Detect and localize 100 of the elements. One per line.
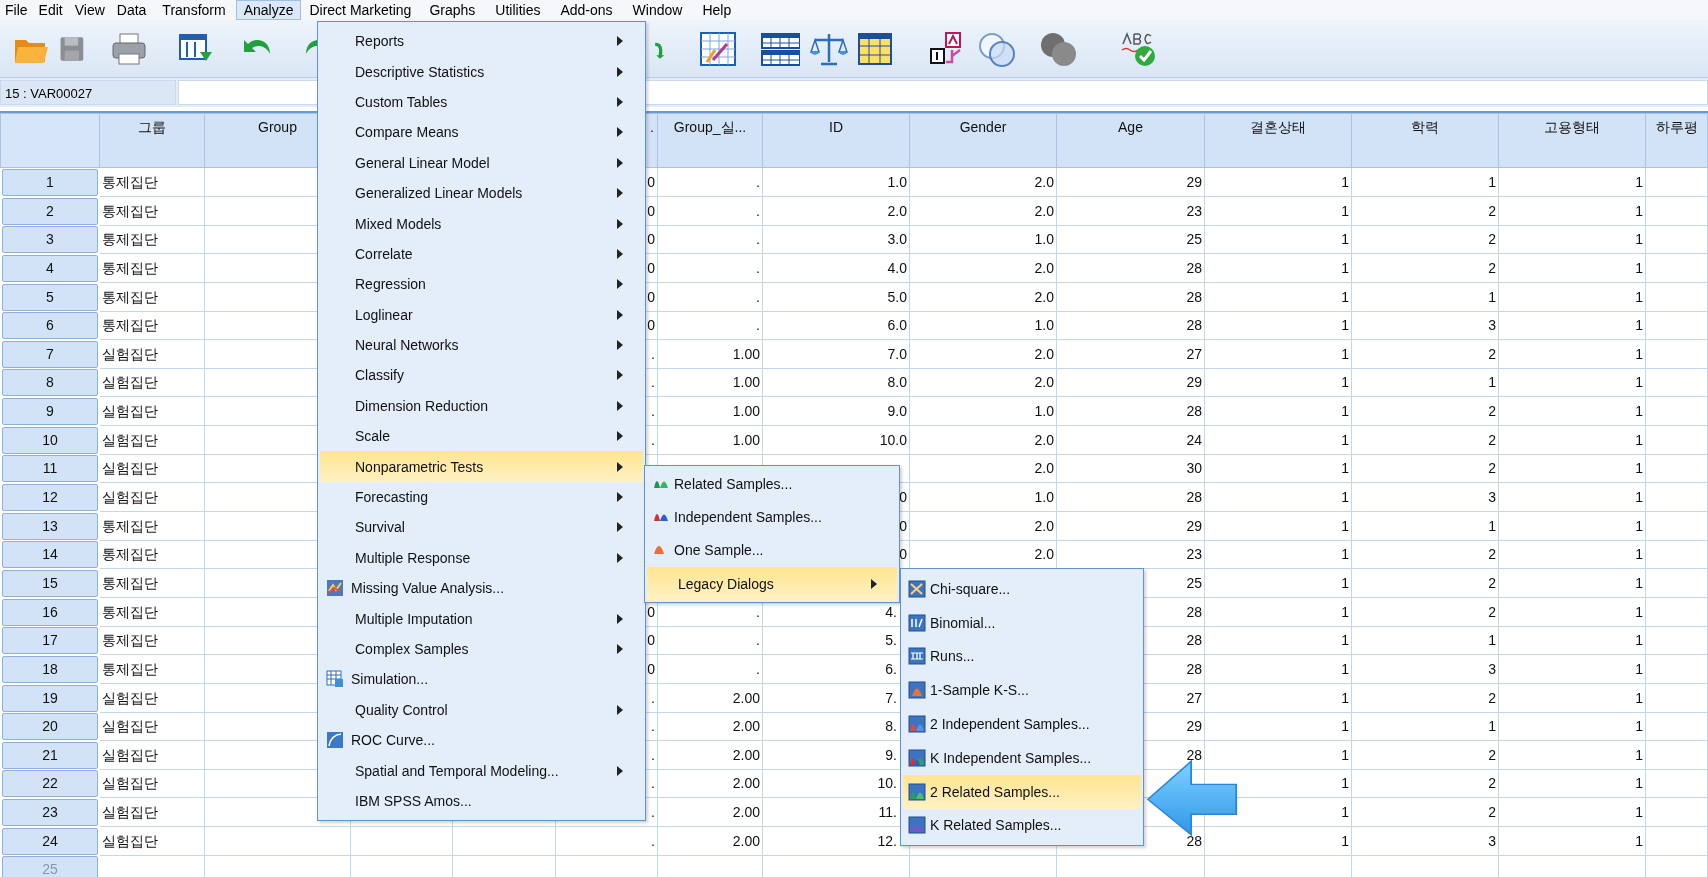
- column-header[interactable]: 고용형태: [1499, 113, 1646, 168]
- row-number[interactable]: 24: [2, 827, 98, 855]
- submenu-arrow-icon: [617, 400, 623, 411]
- row-number[interactable]: 8: [2, 369, 98, 397]
- table-cell: 1: [1499, 483, 1646, 513]
- menu-item[interactable]: 2 Related Samples...: [903, 774, 1141, 809]
- column-header[interactable]: Age: [1057, 113, 1205, 168]
- menu-bar-item[interactable]: Transform: [152, 0, 236, 20]
- menu-item[interactable]: Legacy Dialogs: [647, 567, 897, 601]
- column-header[interactable]: 그룹: [100, 113, 205, 168]
- menu-bar-item[interactable]: Data: [110, 0, 153, 20]
- binomial-icon: [908, 613, 926, 632]
- column-header[interactable]: 하루평: [1646, 113, 1708, 168]
- table-cell: 1: [1499, 511, 1646, 541]
- row-number[interactable]: 18: [2, 655, 98, 683]
- table-cell: 2: [1352, 454, 1499, 484]
- row-number[interactable]: 20: [2, 713, 98, 741]
- menu-bar-item[interactable]: Analyze: [235, 0, 302, 20]
- empty-cell: [1646, 225, 1708, 255]
- menu-item[interactable]: Multiple Response: [320, 542, 643, 574]
- menu-item[interactable]: Reports: [320, 26, 643, 57]
- column-header[interactable]: Group_실...: [658, 113, 763, 168]
- row-number[interactable]: 3: [2, 226, 98, 254]
- row-number[interactable]: 7: [2, 340, 98, 368]
- table-cell: 1: [1499, 540, 1646, 570]
- menu-item[interactable]: Descriptive Statistics: [320, 56, 643, 87]
- table-cell: 25: [1057, 225, 1205, 255]
- table-cell: 6.0: [763, 311, 910, 341]
- table-cell: 1: [1499, 769, 1646, 799]
- table-cell: 1.0: [910, 397, 1057, 427]
- empty-cell: [1646, 196, 1708, 226]
- row-number[interactable]: 23: [2, 799, 98, 827]
- menu-item[interactable]: Missing Value Analysis...: [320, 573, 643, 604]
- row-number[interactable]: 10: [2, 426, 98, 454]
- table-cell: .: [658, 282, 763, 312]
- menu-item[interactable]: Forecasting: [320, 481, 643, 513]
- row-number[interactable]: 2: [2, 197, 98, 225]
- table-cell: 실험집단: [100, 454, 205, 484]
- table-cell: 실험집단: [100, 397, 205, 427]
- row-number[interactable]: 4: [2, 254, 98, 282]
- row-number[interactable]: 15: [2, 569, 98, 597]
- table-cell: 1: [1205, 511, 1352, 541]
- row-number[interactable]: 12: [2, 484, 98, 512]
- row-number[interactable]: 14: [2, 541, 98, 569]
- row-number[interactable]: 21: [2, 741, 98, 769]
- table-cell: 통제집단: [100, 597, 205, 627]
- menu-bar-item[interactable]: Utilities: [485, 0, 551, 20]
- table-cell: 1: [1205, 626, 1352, 656]
- table-cell: 1: [1499, 712, 1646, 742]
- empty-cell: [1646, 311, 1708, 341]
- table-cell: 실험집단: [100, 339, 205, 369]
- menu-bar-item[interactable]: Edit: [32, 0, 69, 20]
- table-cell: 1: [1499, 225, 1646, 255]
- submenu-arrow-icon: [617, 218, 623, 229]
- column-header[interactable]: 학력: [1352, 113, 1499, 168]
- peaks-icon: [654, 479, 668, 488]
- submenu-arrow-icon: [617, 248, 623, 259]
- table-cell: 2.00: [658, 712, 763, 742]
- submenu-arrow-icon: [617, 188, 623, 199]
- row-number[interactable]: 6: [2, 312, 98, 340]
- row-number[interactable]: 13: [2, 512, 98, 540]
- column-header[interactable]: Gender: [910, 113, 1057, 168]
- empty-cell: [1646, 425, 1708, 455]
- empty-cell: [1646, 397, 1708, 427]
- menu-bar-item[interactable]: View: [68, 0, 111, 20]
- menu-bar-item[interactable]: Help: [692, 0, 742, 20]
- table-cell: 실험집단: [100, 798, 205, 828]
- column-header[interactable]: 결혼상태: [1205, 113, 1352, 168]
- table-cell: 1: [1352, 282, 1499, 312]
- table-cell: 1: [1499, 740, 1646, 770]
- table-cell: 실험집단: [100, 368, 205, 398]
- table-cell: 1.0: [910, 483, 1057, 513]
- submenu-arrow-icon: [871, 578, 877, 589]
- menu-item[interactable]: Related Samples...: [647, 467, 897, 501]
- menu-bar-item[interactable]: Add-ons: [550, 0, 623, 20]
- menu-item[interactable]: Nonparametric Tests: [320, 451, 643, 482]
- curve-chart-icon: [326, 731, 344, 750]
- empty-cell: [1646, 568, 1708, 598]
- menu-bar-item[interactable]: Window: [622, 0, 693, 20]
- table-cell: 1: [1352, 368, 1499, 398]
- row-number[interactable]: 11: [2, 455, 98, 483]
- row-number[interactable]: 22: [2, 770, 98, 798]
- submenu-arrow-icon: [617, 704, 623, 715]
- row-number[interactable]: 9: [2, 398, 98, 426]
- row-number[interactable]: 1: [2, 169, 98, 196]
- submenu-arrow-icon: [617, 765, 623, 776]
- menu-bar-item[interactable]: File: [0, 0, 33, 20]
- menu-item[interactable]: Survival: [320, 512, 643, 543]
- table-cell: 1: [1499, 253, 1646, 283]
- empty-cell: [1646, 826, 1708, 856]
- table-cell: 23: [1057, 196, 1205, 226]
- table-cell: 1: [1205, 712, 1352, 742]
- column-header[interactable]: ID: [763, 113, 910, 168]
- row-number[interactable]: 17: [2, 627, 98, 655]
- row-number[interactable]: 16: [2, 598, 98, 626]
- row-number[interactable]: 19: [2, 684, 98, 712]
- menu-bar-item[interactable]: Graphs: [419, 0, 486, 20]
- menu-bar-item[interactable]: Direct Marketing: [301, 0, 420, 20]
- table-cell: .: [658, 225, 763, 255]
- row-number[interactable]: 5: [2, 283, 98, 311]
